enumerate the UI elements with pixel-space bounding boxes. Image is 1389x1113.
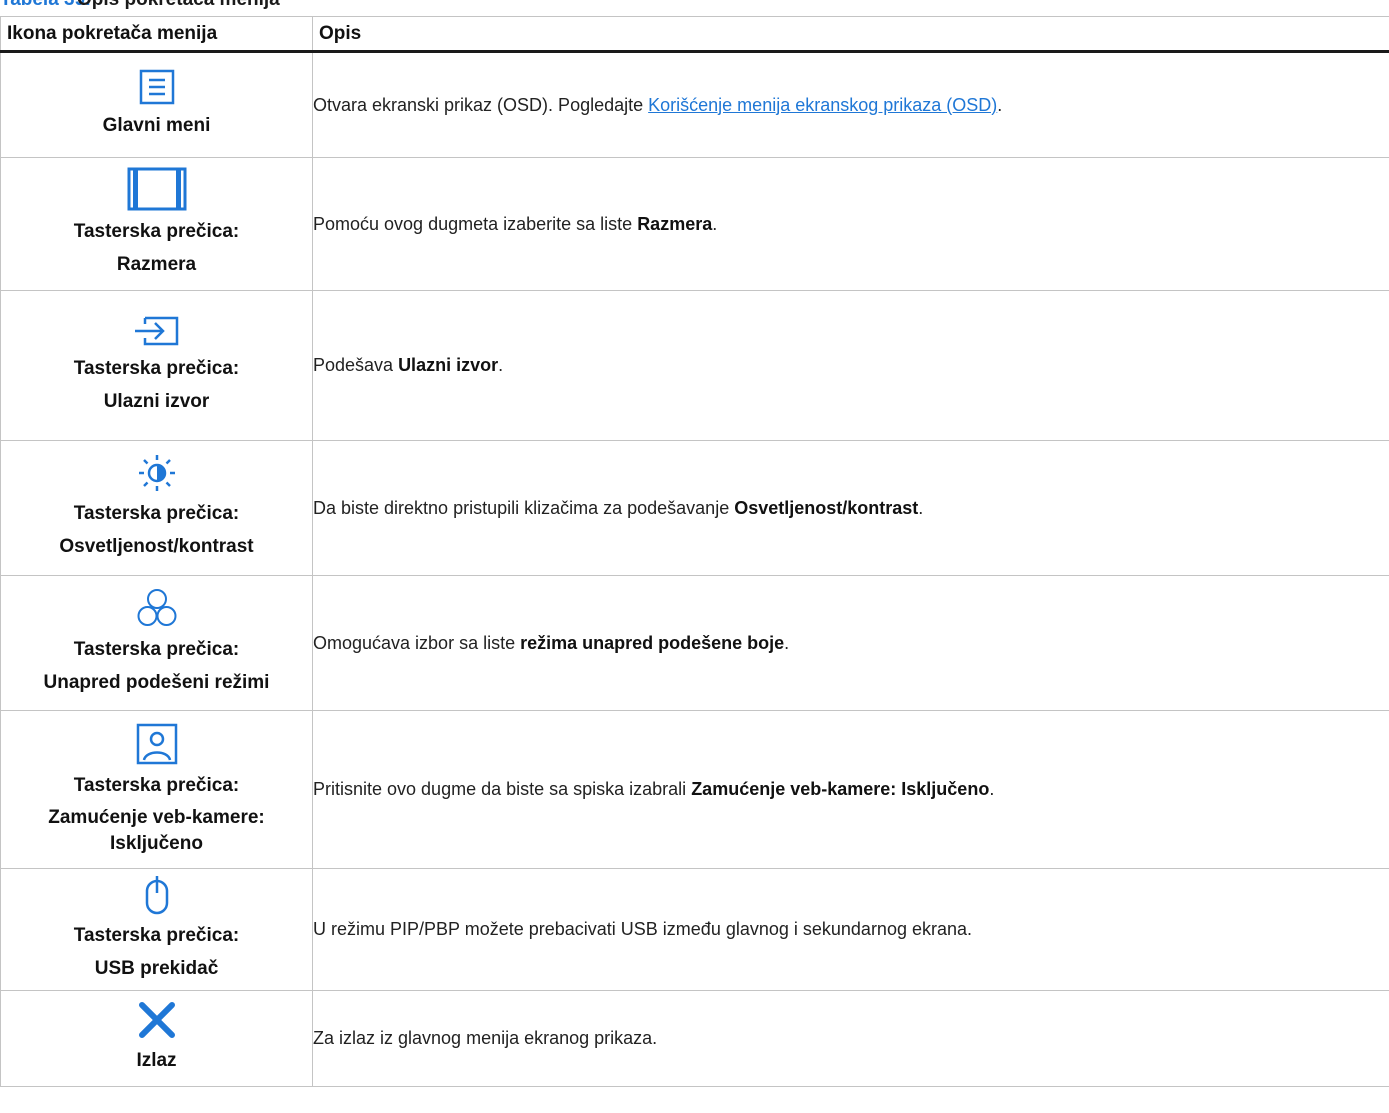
caption-title: Opis pokretača menija [77, 0, 280, 10]
description-cell: Pomoću ovog dugmeta izaberite sa liste R… [312, 157, 1389, 291]
description-text: . [997, 94, 1003, 115]
button-label: Glavni meni [102, 114, 211, 136]
icon-cell: Tasterska prečica: Ulazni izvor [0, 290, 313, 441]
button-label: Tasterska prečica: [73, 221, 240, 242]
table-row: Tasterska prečica: Ulazni izvor Podešava… [0, 290, 1389, 441]
button-label: Ulazni izvor [103, 390, 210, 412]
description-cell: Otvara ekranski prikaz (OSD). Pogledajte… [312, 51, 1389, 158]
button-label: Tasterska prečica: [73, 924, 240, 946]
table-row: Tasterska prečica: Zamućenje veb-kamere:… [0, 710, 1389, 869]
description-text: . [498, 355, 504, 375]
table-header-row: Ikona pokretača menija Opis [0, 16, 1389, 53]
description-text: . [784, 632, 790, 653]
description-text: Za izlaz iz glavnog menija ekranog prika… [313, 1028, 658, 1048]
button-label: USB prekidač [94, 957, 219, 979]
osd-menu-link[interactable]: Korišćenje menija ekranskog prikaza (OSD… [648, 95, 997, 115]
description-text: Podešava [313, 355, 399, 375]
caption-number: Tabela 39. [0, 0, 90, 11]
aspect-ratio-icon [127, 167, 186, 211]
description-text: . [712, 213, 718, 234]
menu-list-icon [139, 69, 174, 104]
table-row: Tasterska prečica: Razmera Pomoću ovog d… [0, 157, 1389, 291]
button-label: Izlaz [136, 1050, 177, 1071]
description-text: Pritisnite ovo dugme da biste sa spiska … [313, 779, 692, 799]
input-source-icon [134, 316, 178, 345]
icon-cell: Tasterska prečica: Osvetljenost/kontrast [0, 440, 313, 576]
button-label: Zamućenje veb-kamere: [48, 806, 265, 828]
icon-cell: Izlaz [0, 990, 313, 1087]
button-label: Tasterska prečica: [73, 639, 240, 660]
table-row: Tasterska prečica: Unapred podešeni reži… [0, 575, 1389, 711]
description-cell: Pritisnite ovo dugme da biste sa spiska … [312, 710, 1389, 869]
color-preset-icon [137, 589, 176, 626]
header-description-column: Opis [312, 16, 1389, 53]
description-cell: Za izlaz iz glavnog menija ekranog prika… [312, 990, 1389, 1087]
button-label: Tasterska prečica: [73, 357, 240, 379]
table-row: Tasterska prečica: USB prekidač U režimu… [0, 868, 1389, 991]
icon-cell: Tasterska prečica: Zamućenje veb-kamere:… [0, 710, 313, 869]
description-emphasis: Zamućenje veb-kamere: Isključeno [691, 779, 990, 799]
icon-cell: Tasterska prečica: USB prekidač [0, 868, 313, 991]
button-label: Tasterska prečica: [73, 503, 240, 524]
description-text: Pomoću ovog dugmeta izaberite sa liste [313, 213, 638, 234]
header-icon-column: Ikona pokretača menija [0, 16, 313, 53]
description-emphasis: režima unapred podešene boje [520, 632, 785, 653]
description-cell: Omogućava izbor sa liste režima unapred … [312, 575, 1389, 711]
description-cell: Podešava Ulazni izvor. [312, 290, 1389, 441]
description-text: . [989, 779, 995, 799]
description-cell: U režimu PIP/PBP možete prebacivati USB … [312, 868, 1389, 991]
button-label: Osvetljenost/kontrast [59, 536, 254, 557]
description-text: Otvara ekranski prikaz (OSD). Pogledajte [313, 94, 649, 115]
table-row: Izlaz Za izlaz iz glavnog menija ekranog… [0, 990, 1389, 1087]
button-label: Razmera [116, 254, 197, 275]
mouse-icon [145, 875, 168, 914]
button-label: Tasterska prečica: [73, 774, 240, 796]
description-text: Omogućava izbor sa liste [313, 632, 521, 653]
description-text: U režimu PIP/PBP možete prebacivati USB … [313, 919, 973, 939]
description-text: . [918, 497, 924, 518]
webcam-blur-icon [136, 723, 177, 764]
description-emphasis: Osvetljenost/kontrast [734, 497, 919, 518]
table-row: Glavni meni Otvara ekranski prikaz (OSD)… [0, 51, 1389, 158]
icon-cell: Glavni meni [0, 51, 313, 158]
button-label: Isključeno [110, 832, 203, 854]
description-text: Da biste direktno pristupili klizačima z… [313, 497, 735, 518]
button-label: Unapred podešeni režimi [43, 672, 270, 693]
menu-launcher-table: Ikona pokretača menija Opis Glavni meni … [0, 16, 1389, 1087]
description-emphasis: Razmera [637, 213, 713, 234]
brightness-contrast-icon [138, 455, 175, 491]
table-caption: Tabela 39.Opis pokretača menija [0, 0, 280, 11]
close-icon [138, 1002, 175, 1038]
icon-cell: Tasterska prečica: Unapred podešeni reži… [0, 575, 313, 711]
icon-cell: Tasterska prečica: Razmera [0, 157, 313, 291]
description-emphasis: Ulazni izvor [398, 355, 499, 375]
table-row: Tasterska prečica: Osvetljenost/kontrast… [0, 440, 1389, 576]
description-cell: Da biste direktno pristupili klizačima z… [312, 440, 1389, 576]
